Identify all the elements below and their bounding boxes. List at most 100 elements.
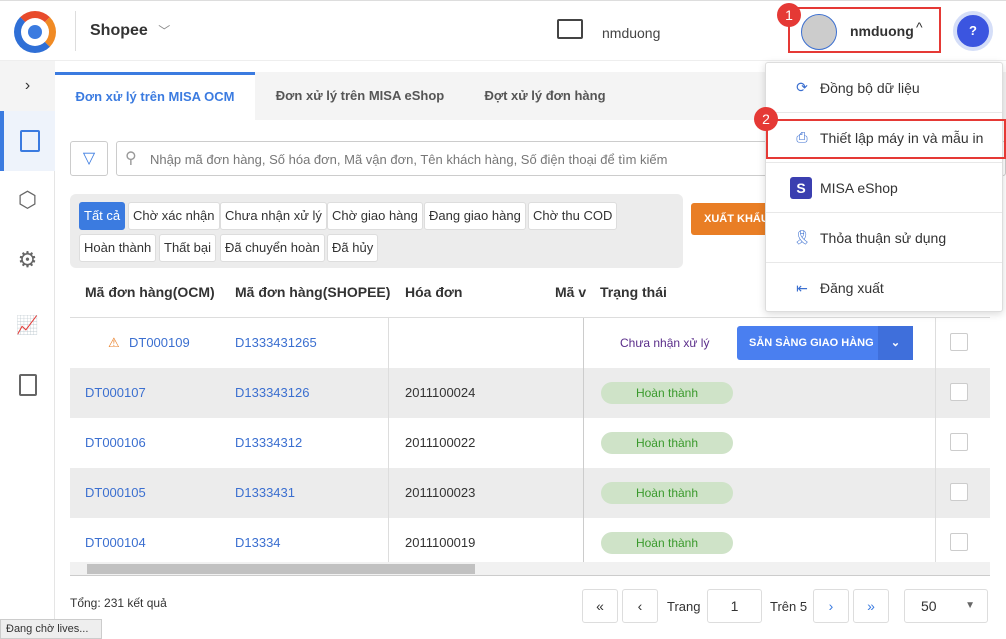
total-count: Tổng: 231 kết quả (70, 596, 167, 610)
menu-misa-eshop[interactable]: S MISA eShop (766, 163, 1002, 213)
status-filter-group: Tất cả Chờ xác nhận Chưa nhận xử lý Chờ … (70, 194, 683, 268)
status-badge: Hoàn thành (601, 532, 733, 554)
tab-ocm[interactable]: Đơn xử lý trên MISA OCM (55, 72, 255, 120)
sidebar-item-history[interactable] (0, 356, 55, 414)
chevron-down-icon: ﹀ (158, 24, 171, 38)
col-status[interactable]: Trạng thái (600, 284, 667, 300)
chevron-right-icon: › (24, 77, 31, 94)
store-icon (557, 19, 583, 39)
menu-label: MISA eShop (820, 179, 898, 196)
filter-all[interactable]: Tất cả (79, 202, 126, 230)
table-row[interactable]: DT000104 D13334 2011100019 Hoàn thành (70, 518, 990, 568)
menu-terms-of-use[interactable]: 🎗 Thỏa thuận sử dụng (766, 213, 1002, 263)
search-placeholder: Nhập mã đơn hàng, Số hóa đơn, Mã vận đơn… (150, 152, 668, 167)
table-row[interactable]: ⚠ DT000109 D1333431265 Chưa nhận xử lý S… (70, 318, 990, 368)
menu-logout[interactable]: ⇤ Đăng xuất (766, 263, 1002, 313)
menu-label: Đăng xuất (820, 280, 884, 296)
highlight-box-printer (766, 119, 1006, 159)
page-size-select[interactable]: 50 ▼ (904, 589, 988, 623)
ocm-order-link[interactable]: DT000109 (129, 318, 190, 368)
row-checkbox[interactable] (950, 383, 968, 401)
horizontal-scrollbar[interactable] (70, 562, 990, 576)
ready-to-ship-label: SẴN SÀNG GIAO HÀNG (749, 337, 874, 349)
callout-badge: 1 (777, 3, 801, 27)
logout-icon: ⇤ (796, 279, 808, 296)
page-input[interactable]: 1 (707, 589, 762, 623)
ocm-order-link[interactable]: DT000106 (85, 418, 146, 468)
status-badge: Hoàn thành (601, 482, 733, 504)
chevron-down-icon[interactable]: ⌄ (878, 326, 913, 360)
column-divider (935, 318, 936, 562)
table-row[interactable]: DT000106 D13334312 2011100022 Hoàn thành (70, 418, 990, 468)
table-row[interactable]: DT000107 D133343126 2011100024 Hoàn thàn… (70, 368, 990, 418)
filter-returned[interactable]: Đã chuyển hoàn (220, 234, 325, 262)
page-label: Trang (667, 599, 701, 614)
filter-completed[interactable]: Hoàn thành (79, 234, 157, 262)
col-ocm[interactable]: Mã đơn hàng(OCM) (85, 284, 215, 300)
table-row[interactable]: DT000105 D1333431 2011100023 Hoàn thành (70, 468, 990, 518)
sidebar-item-orders[interactable] (0, 111, 55, 171)
col-tracking[interactable]: Mã v (555, 284, 586, 300)
page-total: Trên 5 (770, 599, 808, 614)
shop-name: Shopee (90, 22, 148, 39)
shopee-order-link[interactable]: D1333431 (235, 468, 295, 518)
scrollbar-thumb[interactable] (87, 564, 475, 574)
app-logo[interactable] (14, 11, 56, 53)
status-badge: Hoàn thành (601, 382, 733, 404)
sidebar-item-products[interactable]: ⬡ (0, 171, 55, 229)
row-checkbox[interactable] (950, 433, 968, 451)
award-ribbon-icon: 🎗 (793, 229, 811, 245)
ocm-order-link[interactable]: DT000104 (85, 518, 146, 568)
browser-status-bar: Đang chờ lives... (0, 619, 102, 639)
menu-sync-data[interactable]: ⟳ Đồng bộ dữ liệu (766, 63, 1002, 113)
sidebar-item-settings[interactable]: ⚙ (0, 231, 55, 289)
tab-batches[interactable]: Đợt xử lý đơn hàng (470, 72, 620, 120)
row-checkbox[interactable] (950, 483, 968, 501)
gear-icon: ⚙ (17, 247, 38, 272)
user-dropdown-menu: ⟳ Đồng bộ dữ liệu ⎙ Thiết lập máy in và mẫ… (765, 62, 1003, 312)
shopee-order-link[interactable]: D13334312 (235, 418, 302, 468)
last-page-button[interactable]: » (853, 589, 889, 623)
next-page-button[interactable]: › (813, 589, 849, 623)
invoice-number: 2011100019 (405, 535, 476, 550)
menu-label: Thỏa thuận sử dụng (820, 229, 947, 246)
first-page-button[interactable]: « (582, 589, 618, 623)
filter-failed[interactable]: Thất bại (159, 234, 216, 262)
status-badge: Hoàn thành (601, 432, 733, 454)
invoice-number: 2011100024 (405, 385, 476, 400)
sidebar-item-reports[interactable]: 📈 (0, 296, 55, 354)
page-size-value: 50 (921, 598, 937, 614)
filter-button[interactable]: ▽ (70, 141, 108, 176)
ready-to-ship-button[interactable]: SẴN SÀNG GIAO HÀNG ⌄ (737, 326, 913, 360)
chart-icon: 📈 (16, 314, 39, 335)
tab-eshop[interactable]: Đơn xử lý trên MISA eShop (260, 72, 460, 120)
sync-icon: ⟳ (796, 79, 808, 95)
export-button[interactable]: XUẤT KHẨU (691, 203, 771, 235)
filter-cancelled[interactable]: Đã hủy (327, 234, 379, 262)
help-chat-button[interactable]: ? (953, 11, 993, 51)
filter-awaiting-cod[interactable]: Chờ thu COD (528, 202, 618, 230)
prev-page-button[interactable]: ‹ (622, 589, 658, 623)
sidebar: › ⬡ ⚙ 📈 (0, 61, 55, 639)
caret-down-icon: ▼ (965, 600, 975, 611)
row-checkbox[interactable] (950, 333, 968, 351)
invoice-number: 2011100022 (405, 435, 476, 450)
shopee-order-link[interactable]: D1333431265 (235, 318, 317, 368)
shop-selector[interactable]: Shopee ﹀ (90, 22, 170, 40)
ocm-order-link[interactable]: DT000107 (85, 368, 146, 418)
status-text: Chưa nhận xử lý (620, 336, 710, 350)
filter-not-received[interactable]: Chưa nhận xử lý (220, 202, 327, 230)
menu-label: Đồng bộ dữ liệu (820, 79, 920, 96)
shopee-order-link[interactable]: D13334 (235, 518, 281, 568)
shopee-order-link[interactable]: D133343126 (235, 368, 309, 418)
filter-awaiting-delivery[interactable]: Chờ giao hàng (327, 202, 423, 230)
ocm-order-link[interactable]: DT000105 (85, 468, 146, 518)
expand-sidebar-button[interactable]: › (0, 61, 55, 111)
col-invoice[interactable]: Hóa đơn (405, 284, 462, 300)
row-checkbox[interactable] (950, 533, 968, 551)
col-shopee[interactable]: Mã đơn hàng(SHOPEE) (235, 284, 390, 300)
column-divider (388, 318, 389, 562)
misa-eshop-logo-icon: S (790, 176, 812, 199)
filter-delivering[interactable]: Đang giao hàng (424, 202, 526, 230)
filter-awaiting-confirm[interactable]: Chờ xác nhận (128, 202, 220, 230)
